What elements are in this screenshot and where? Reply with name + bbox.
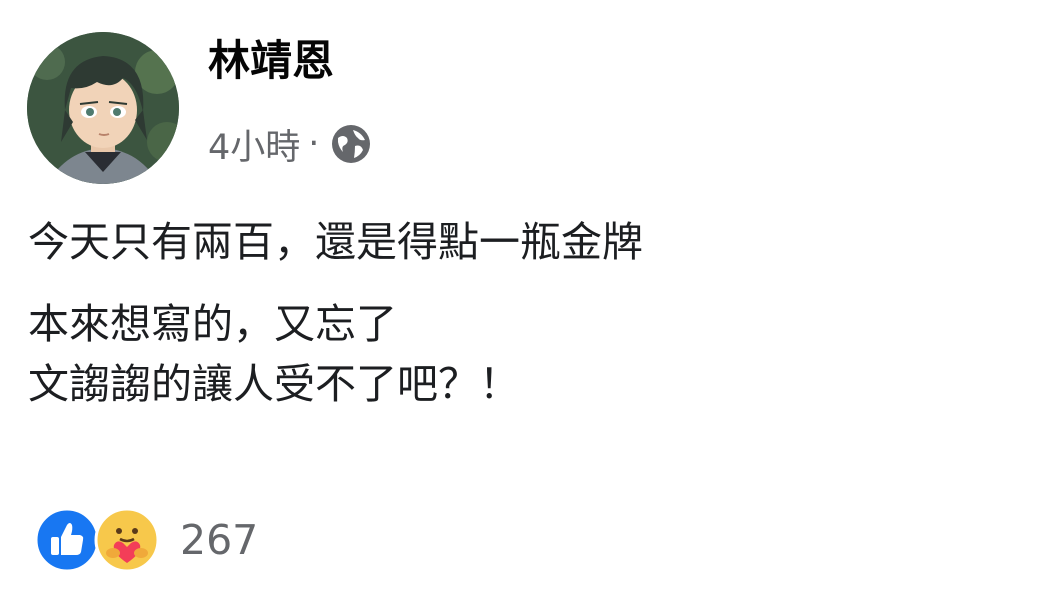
post-timestamp[interactable]: 4小時 xyxy=(208,119,300,170)
avatar[interactable] xyxy=(27,32,179,184)
facebook-post: 林靖恩 4小時 · 今天只有兩百，還是得點一瓶金牌 本來想寫的，又忘了 文謅謅的… xyxy=(0,0,1060,596)
meta-separator: · xyxy=(308,124,320,164)
like-icon[interactable] xyxy=(34,507,100,573)
post-line: 今天只有兩百，還是得點一瓶金牌 xyxy=(28,218,643,266)
post-line: 文謅謅的讓人受不了吧？！ xyxy=(28,360,520,408)
post-meta: 4小時 · xyxy=(208,118,373,170)
globe-icon[interactable] xyxy=(329,122,373,166)
reactions-bar[interactable]: 267 xyxy=(34,506,258,574)
author-name[interactable]: 林靖恩 xyxy=(208,36,334,86)
avatar-image xyxy=(27,32,179,184)
care-icon[interactable] xyxy=(94,507,160,573)
reaction-count[interactable]: 267 xyxy=(180,516,258,564)
post-body: 今天只有兩百，還是得點一瓶金牌 本來想寫的，又忘了 文謅謅的讓人受不了吧？！ xyxy=(28,212,1028,436)
post-paragraph: 本來想寫的，又忘了 文謅謅的讓人受不了吧？！ xyxy=(28,294,1028,414)
post-paragraph: 今天只有兩百，還是得點一瓶金牌 xyxy=(28,212,1028,272)
post-line: 本來想寫的，又忘了 xyxy=(28,300,397,348)
